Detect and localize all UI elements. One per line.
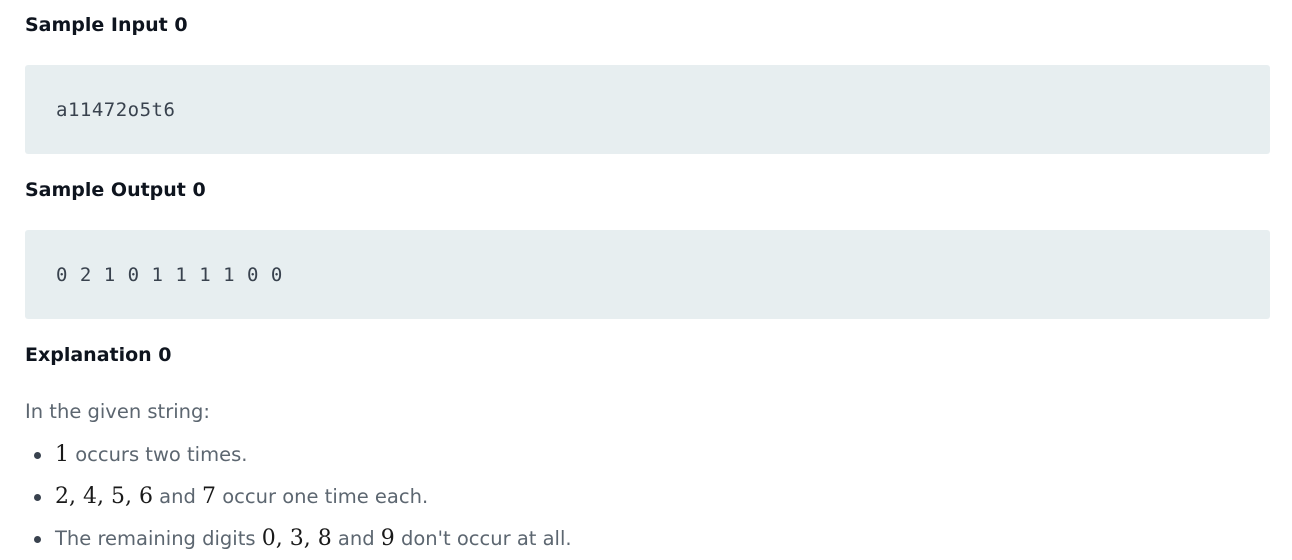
math-expression: 2, 4, 5, 6	[55, 484, 153, 509]
explanation-title: Explanation 0	[25, 344, 172, 366]
explanation-list: 1 occurs two times. 2, 4, 5, 6 and 7 occ…	[25, 434, 572, 560]
bullet-dot-icon	[34, 494, 41, 501]
math-expression: 1	[55, 442, 69, 467]
sample-output-code-block: 0 2 1 0 1 1 1 1 0 0	[25, 230, 1270, 319]
bullet-dot-icon	[34, 452, 41, 459]
math-expression: 0, 3, 8	[261, 526, 332, 551]
sample-input-title: Sample Input 0	[25, 14, 188, 36]
bullet-text: don't occur at all.	[394, 527, 572, 550]
bullet-text: and	[152, 485, 203, 508]
sample-output-title: Sample Output 0	[25, 179, 206, 201]
explanation-bullet: 1 occurs two times.	[25, 434, 572, 476]
bullet-dot-icon	[34, 536, 41, 543]
bullet-text: and	[331, 527, 381, 550]
math-expression: 9	[380, 526, 395, 551]
explanation-bullet: The remaining digits 0, 3, 8 and 9 don't…	[25, 518, 572, 560]
bullet-text: occur one time each.	[216, 485, 429, 508]
math-expression: 7	[202, 484, 217, 509]
bullet-text: The remaining digits	[55, 527, 262, 550]
bullet-text: occurs two times.	[69, 443, 248, 466]
explanation-intro: In the given string:	[25, 400, 210, 423]
sample-output-code: 0 2 1 0 1 1 1 1 0 0	[56, 263, 283, 286]
explanation-bullet: 2, 4, 5, 6 and 7 occur one time each.	[25, 476, 572, 518]
sample-input-code: a11472o5t6	[56, 98, 176, 121]
sample-input-code-block: a11472o5t6	[25, 65, 1270, 154]
